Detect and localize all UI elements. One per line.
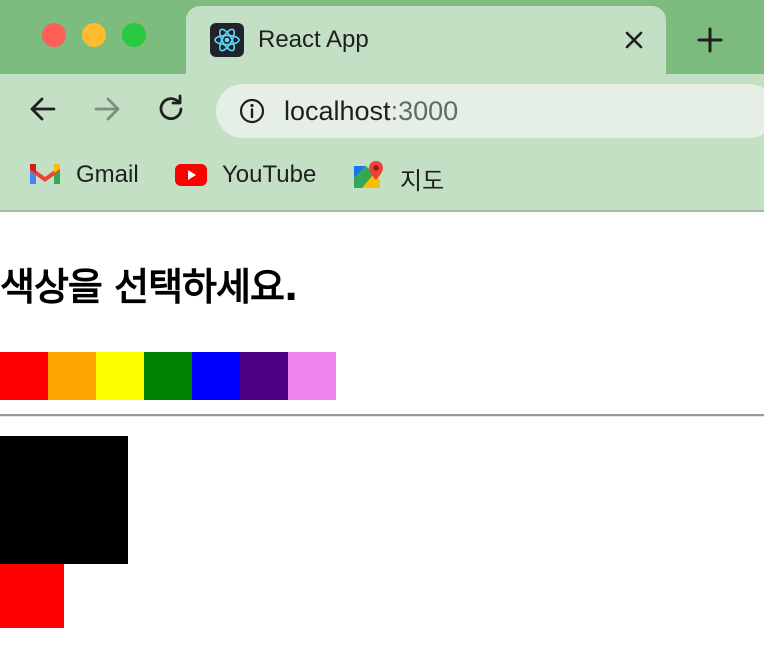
swatch-red[interactable] [0,352,48,400]
swatch-indigo[interactable] [240,352,288,400]
reload-icon[interactable] [154,92,188,126]
close-window-button[interactable] [42,23,66,47]
maximize-window-button[interactable] [122,23,146,47]
horizontal-divider [0,414,764,417]
gmail-icon [28,160,62,188]
browser-chrome: React App localhost:3000 Gmail YouTube 지… [0,0,764,212]
bookmark-label: Gmail [76,161,139,188]
url-port: :3000 [390,96,459,126]
tab-strip: React App [0,0,764,74]
bookmark-label: 지도 [400,168,445,195]
swatch-violet[interactable] [288,352,336,400]
selected-color-box [0,564,64,628]
url-host: localhost [284,96,391,126]
bookmark-label: YouTube [222,161,317,188]
tab-title: React App [258,26,369,53]
react-logo-icon [210,23,244,57]
youtube-icon [174,160,208,188]
address-bar[interactable]: localhost:3000 [216,84,764,138]
maps-icon [352,160,386,188]
info-icon[interactable] [238,97,266,125]
bookmark-youtube[interactable]: YouTube [174,156,324,192]
url-text: localhost:3000 [284,96,458,127]
page-title: 색상을 선택하세요. [0,265,298,309]
minimize-window-button[interactable] [82,23,106,47]
close-tab-icon[interactable] [620,26,648,54]
tab-react-app[interactable]: React App [186,6,666,74]
forward-arrow-icon[interactable] [90,92,124,126]
bookmark-gmail[interactable]: Gmail [28,156,148,192]
toolbar-divider [0,210,764,212]
bookmark-maps[interactable]: 지도 [352,156,452,195]
swatch-orange[interactable] [48,352,96,400]
color-palette [0,352,336,400]
swatch-yellow[interactable] [96,352,144,400]
swatch-green[interactable] [144,352,192,400]
color-preview-box [0,436,128,564]
back-arrow-icon[interactable] [26,92,60,126]
swatch-blue[interactable] [192,352,240,400]
new-tab-icon[interactable] [694,24,726,56]
